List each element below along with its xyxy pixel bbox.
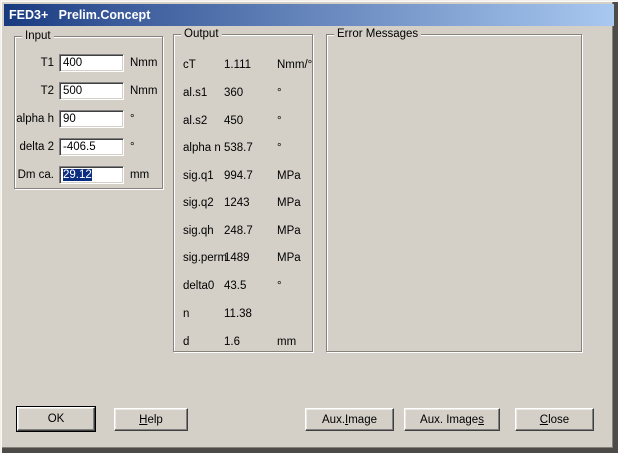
aux-image-button[interactable]: Aux. Image [305, 408, 394, 431]
output-row-sigq1: sig.q1 994.7 MPa [174, 168, 312, 184]
output-group-label: Output [181, 27, 222, 41]
dm-ca-label: Dm ca. [15, 166, 54, 184]
ok-button-default-ring: OK [16, 406, 96, 432]
sigq1-value: 994.7 [224, 168, 253, 184]
help-button[interactable]: Help [114, 408, 188, 431]
t1-field[interactable] [59, 54, 124, 72]
delta0-value: 43.5 [224, 278, 246, 294]
ct-unit: Nmm/° [277, 57, 312, 73]
dm-ca-unit: mm [130, 166, 149, 184]
t2-label: T2 [15, 82, 54, 100]
ct-value: 1.111 [224, 57, 251, 73]
t2-field[interactable] [59, 82, 124, 100]
ok-button[interactable]: OK [17, 407, 95, 431]
dialog-window: FED3+ Prelim.Concept Input T1 Nmm T2 Nmm… [0, 0, 618, 453]
title-bar[interactable]: FED3+ Prelim.Concept [4, 4, 614, 26]
sigperm-unit: MPa [277, 250, 301, 266]
input-row-t1: T1 Nmm [15, 54, 162, 72]
sigq2-value: 1243 [224, 195, 250, 211]
alpha-h-unit: ° [130, 110, 135, 128]
delta0-unit: ° [277, 278, 282, 294]
alpha-h-label: alpha h [15, 110, 54, 128]
delta-2-unit: ° [130, 138, 135, 156]
alpha-h-field[interactable] [59, 110, 124, 128]
sigqh-value: 248.7 [224, 223, 253, 239]
output-row-delta0: delta0 43.5 ° [174, 278, 312, 294]
output-row-sigperm: sig.perm 1489 MPa [174, 250, 312, 266]
input-row-alpha-h: alpha h ° [15, 110, 162, 128]
error-messages-group: Error Messages [326, 34, 582, 352]
aux-images-button[interactable]: Aux. Images [404, 408, 500, 431]
ct-name: cT [183, 57, 196, 73]
n-value: 11.38 [224, 306, 252, 322]
input-group-label: Input [22, 29, 54, 43]
output-row-alpha-n: alpha n 538.7 ° [174, 140, 312, 156]
output-row-als2: al.s2 450 ° [174, 113, 312, 129]
d-name: d [183, 334, 189, 350]
als1-unit: ° [277, 85, 282, 101]
sigperm-name: sig.perm [183, 250, 227, 266]
alpha-n-value: 538.7 [224, 140, 253, 156]
delta0-name: delta0 [183, 278, 214, 294]
d-value: 1.6 [224, 334, 240, 350]
dm-ca-selected-text: 29.12 [63, 169, 92, 181]
als1-name: al.s1 [183, 85, 207, 101]
sigq2-name: sig.q2 [183, 195, 214, 211]
input-row-dm-ca: Dm ca. 29.12 mm [15, 166, 162, 184]
output-row-n: n 11.38 [174, 306, 312, 322]
als2-value: 450 [224, 113, 243, 129]
n-name: n [183, 306, 189, 322]
dm-ca-field[interactable]: 29.12 [59, 166, 124, 184]
sigperm-value: 1489 [224, 250, 250, 266]
sigqh-unit: MPa [277, 223, 301, 239]
t1-unit: Nmm [130, 54, 157, 72]
alpha-n-name: alpha n [183, 140, 221, 156]
d-unit: mm [277, 334, 296, 350]
output-row-ct: cT 1.111 Nmm/° [174, 57, 312, 73]
output-row-sigqh: sig.qh 248.7 MPa [174, 223, 312, 239]
input-row-t2: T2 Nmm [15, 82, 162, 100]
input-group: Input T1 Nmm T2 Nmm alpha h ° delta 2 ° … [14, 36, 163, 189]
output-row-d: d 1.6 mm [174, 334, 312, 350]
als2-unit: ° [277, 113, 282, 129]
output-row-als1: al.s1 360 ° [174, 85, 312, 101]
sigqh-name: sig.qh [183, 223, 214, 239]
window-title: FED3+ Prelim.Concept [4, 8, 150, 22]
delta-2-label: delta 2 [15, 138, 54, 156]
sigq1-name: sig.q1 [183, 168, 214, 184]
t2-unit: Nmm [130, 82, 157, 100]
error-messages-group-label: Error Messages [334, 27, 421, 41]
alpha-n-unit: ° [277, 140, 282, 156]
t1-label: T1 [15, 54, 54, 72]
output-group: Output cT 1.111 Nmm/° al.s1 360 ° al.s2 … [173, 34, 313, 352]
input-row-delta-2: delta 2 ° [15, 138, 162, 156]
output-row-sigq2: sig.q2 1243 MPa [174, 195, 312, 211]
sigq2-unit: MPa [277, 195, 301, 211]
als2-name: al.s2 [183, 113, 207, 129]
sigq1-unit: MPa [277, 168, 301, 184]
als1-value: 360 [224, 85, 243, 101]
delta-2-field[interactable] [59, 138, 124, 156]
close-button[interactable]: Close [515, 408, 594, 431]
